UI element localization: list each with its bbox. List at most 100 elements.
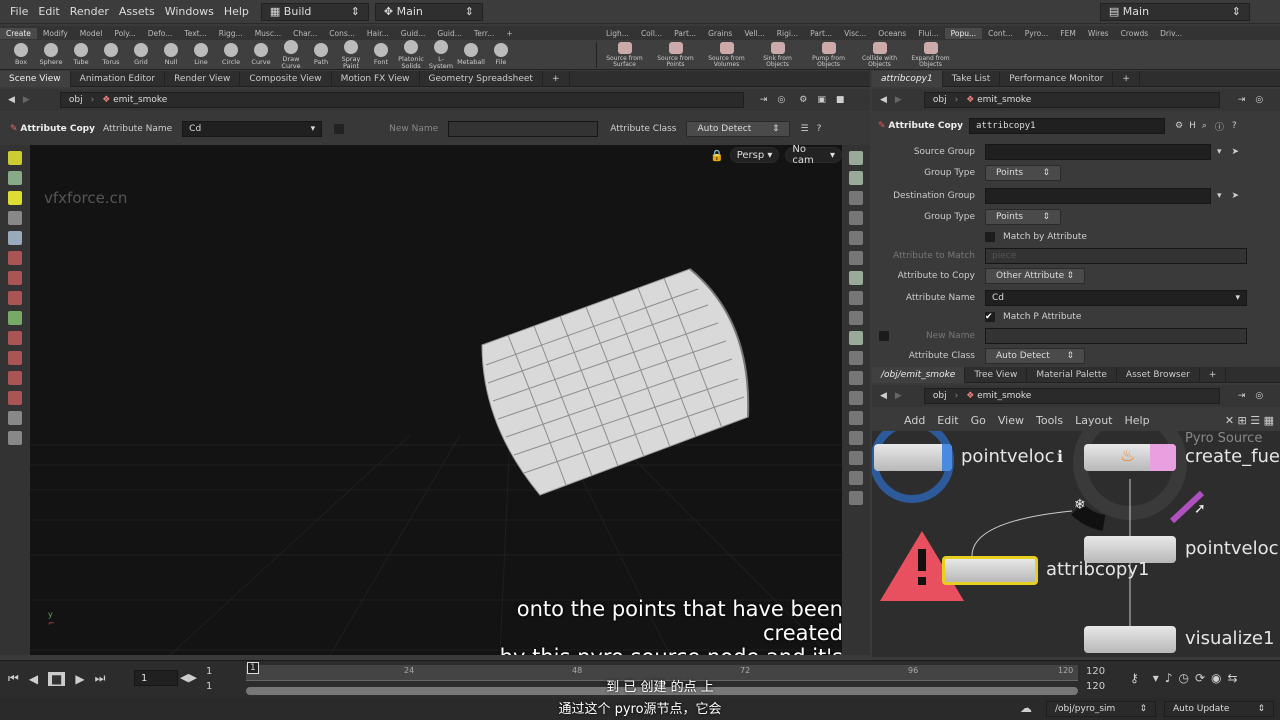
tool-source-from-points[interactable]: Source from Points [650, 41, 701, 68]
shelf-tab-grains[interactable]: Grains [702, 28, 738, 39]
menu-assets[interactable]: Assets [119, 5, 155, 18]
attr-name-field[interactable]: Cd ▾ [182, 120, 323, 137]
shelf-set-selector[interactable]: ✥ Main ⇕ [374, 2, 483, 21]
clock-icon[interactable]: ◷ [1179, 671, 1189, 685]
back-icon[interactable]: ◀ [880, 391, 887, 401]
chevron-down-icon[interactable]: ▾ [1153, 671, 1159, 685]
paint-icon[interactable] [8, 371, 22, 385]
tool-spray-paint[interactable]: Spray Paint [336, 40, 366, 69]
help-icon[interactable]: ? [817, 124, 822, 134]
destination-group-field[interactable] [985, 188, 1211, 204]
cloud-icon[interactable]: ☁ [1020, 701, 1032, 715]
shelf-tab-part[interactable]: Part... [668, 28, 702, 39]
tool-circle[interactable]: Circle [216, 43, 246, 66]
tab-take-list[interactable]: Take List [943, 70, 1001, 87]
camera-icon[interactable] [8, 411, 22, 425]
add-shelf-icon[interactable]: + [500, 28, 518, 39]
node-create-fuel[interactable]: ♨ [1084, 444, 1176, 471]
menu-render[interactable]: Render [70, 5, 109, 18]
shelf-tab-ligh[interactable]: Ligh... [600, 28, 635, 39]
display-options-icon[interactable] [849, 151, 863, 165]
ghost-icon[interactable] [849, 171, 863, 185]
shelf-tab-visc[interactable]: Visc... [838, 28, 872, 39]
tool-pump-from-objects[interactable]: Pump from Objects [803, 41, 854, 68]
shelf-tab-guid[interactable]: Guid... [395, 28, 432, 39]
camera-menu[interactable]: No cam ▾ [785, 145, 842, 166]
path-breadcrumb[interactable]: obj › ❖ emit_smoke [923, 388, 1220, 404]
path-breadcrumb[interactable]: obj › ❖ emit_smoke [923, 92, 1220, 108]
group-type-2-dropdown[interactable]: Points ⇕ [985, 209, 1061, 225]
shelf-tab-oceans[interactable]: Oceans [872, 28, 912, 39]
shelf-tab-poly[interactable]: Poly... [108, 28, 141, 39]
forward-icon[interactable]: ▶ [895, 95, 902, 105]
tool-source-from-volumes[interactable]: Source from Volumes [701, 41, 752, 68]
soft-select-icon[interactable] [8, 351, 22, 365]
audio-icon[interactable]: ♪ [1165, 671, 1173, 685]
pose-icon[interactable] [8, 271, 22, 285]
particle-icon[interactable] [849, 351, 863, 365]
settings-icon[interactable]: ⚙ [799, 95, 807, 105]
search-icon[interactable]: ⌕ [1202, 121, 1207, 131]
tool-collide-with-objects[interactable]: Collide with Objects [854, 41, 905, 68]
shelf-tab-text[interactable]: Text... [178, 28, 212, 39]
attribute-to-match-field[interactable]: piece [985, 248, 1247, 264]
render-icon[interactable] [849, 331, 863, 345]
tool-tube[interactable]: Tube [66, 43, 96, 66]
shading-icon[interactable] [849, 231, 863, 245]
back-icon[interactable]: ◀ [880, 95, 887, 105]
link-icon[interactable]: ◎ [1255, 391, 1263, 401]
menu-help[interactable]: Help [224, 5, 249, 18]
pin-icon[interactable]: ⇥ [760, 95, 768, 105]
forward-icon[interactable]: ▶ [23, 95, 30, 105]
tab-render-view[interactable]: Render View [165, 70, 241, 87]
lock-icon[interactable] [849, 191, 863, 205]
shelf-tab-coll[interactable]: Coll... [635, 28, 668, 39]
bucket-icon[interactable] [849, 371, 863, 385]
select-icon[interactable] [8, 151, 22, 165]
network-menu-help[interactable]: Help [1125, 414, 1150, 427]
tool-path[interactable]: Path [306, 43, 336, 66]
node-name-field[interactable]: attribcopy1 [969, 118, 1165, 134]
node-visualize1[interactable] [1084, 626, 1176, 653]
help-icon[interactable]: ? [1232, 121, 1237, 131]
tab-animation-editor[interactable]: Animation Editor [71, 70, 166, 87]
source-group-field[interactable] [985, 144, 1211, 160]
desktop-selector[interactable]: ▦ Build ⇕ [260, 2, 369, 21]
shelf-tab-hair[interactable]: Hair... [361, 28, 395, 39]
key-icon[interactable]: ⚷ [1130, 671, 1139, 685]
maximize-icon[interactable]: ■ [836, 95, 845, 105]
attribute-name-field[interactable]: Cd ▾ [985, 290, 1247, 306]
sync-icon[interactable]: ⇆ [1228, 671, 1238, 685]
gear-icon[interactable]: ⚙ [1175, 121, 1183, 131]
match-p-checkbox[interactable]: ✔ [985, 312, 995, 322]
scale-icon[interactable] [8, 251, 22, 265]
network-menu-tools[interactable]: Tools [1036, 414, 1063, 427]
tab-material-palette[interactable]: Material Palette [1027, 366, 1117, 383]
group-icon[interactable] [8, 311, 22, 325]
info-icon[interactable]: ℹ [1057, 447, 1063, 466]
tool-sphere[interactable]: Sphere [36, 43, 66, 66]
tool-null[interactable]: Null [156, 43, 186, 66]
shelf-tab-char[interactable]: Char... [287, 28, 323, 39]
shelf-tab-create[interactable]: Create [0, 27, 37, 39]
chevron-down-icon[interactable]: ▾ [1217, 147, 1222, 157]
tab-geometry-spreadsheet[interactable]: Geometry Spreadsheet [420, 70, 543, 87]
current-frame-field[interactable]: 1 [134, 670, 178, 686]
info-icon[interactable]: ⓘ [1215, 120, 1224, 133]
shelf-tab-flui[interactable]: Flui... [912, 28, 944, 39]
person-icon[interactable] [849, 311, 863, 325]
shelf-tab-rigg[interactable]: Rigg... [213, 28, 249, 39]
key-filter-icon[interactable]: ◉ [1211, 671, 1221, 685]
shelf-tab-part[interactable]: Part... [804, 28, 838, 39]
network-menu-edit[interactable]: Edit [937, 414, 958, 427]
shelf-tab-cont[interactable]: Cont... [982, 28, 1019, 39]
bulb-icon[interactable] [849, 291, 863, 305]
shelf-tab-wires[interactable]: Wires [1082, 28, 1115, 39]
network-menu-view[interactable]: View [998, 414, 1024, 427]
tab-attribcopy1[interactable]: attribcopy1 [872, 70, 943, 87]
persp-menu[interactable]: Persp ▾ [729, 147, 780, 163]
node-pointvelocity-1[interactable] [874, 444, 952, 471]
tool-source-from-surface[interactable]: Source from Surface [599, 41, 650, 68]
pin-icon[interactable]: ⇥ [1238, 95, 1246, 105]
play-icon[interactable]: ▶ [75, 672, 84, 686]
